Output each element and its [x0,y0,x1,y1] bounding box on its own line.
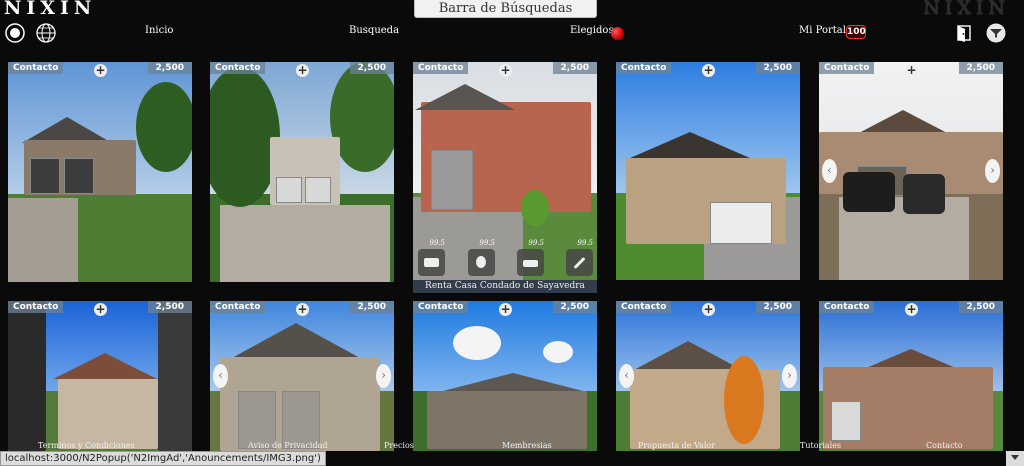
next-image-button[interactable]: › [985,159,1000,183]
elegidos-indicator [611,27,624,40]
contact-label[interactable]: Contacto [210,301,266,313]
contact-label[interactable]: Contacto [819,62,875,74]
listing-card[interactable]: ‹ › Contacto + 2,500 [210,301,394,451]
price-label: 2,500 [552,301,597,313]
add-icon[interactable]: + [94,64,107,77]
price-label: 2,500 [755,301,800,313]
hammer-icon: 99.5 [566,239,593,276]
price-label: 2,500 [552,62,597,74]
contact-label[interactable]: Contacto [819,301,875,313]
footer-link-propuesta[interactable]: Propuesta de Valor [638,441,715,450]
listing-card[interactable]: Contacto + 2,500 [413,301,597,451]
footer-link-contacto[interactable]: Contacto [926,441,963,450]
add-icon[interactable]: + [296,303,309,316]
add-icon[interactable]: + [499,64,512,77]
contact-label[interactable]: Contacto [413,62,469,74]
scroll-down-button[interactable] [1006,451,1024,466]
listing-caption[interactable]: Renta Casa Condado de Sayavedra [413,280,597,293]
price-label: 2,500 [349,301,394,313]
price-label: 2,500 [147,301,192,313]
contact-label[interactable]: Contacto [8,301,64,313]
nav-mi-portal[interactable]: Mi Portal [799,25,846,36]
listing-card[interactable]: ‹ › Contacto + 2,500 [616,301,800,451]
listing-card[interactable]: ‹ › Contacto + 2,500 [819,62,1003,280]
footer-link-aviso[interactable]: Aviso de Privacidad [248,441,328,450]
price-label: 2,500 [755,62,800,74]
logo-watermark: NIXIN [923,0,1010,19]
logo[interactable]: NIXIN [4,0,96,19]
listing-card[interactable]: Contacto + 2,500 [616,62,800,280]
contact-label[interactable]: Contacto [413,301,469,313]
add-icon[interactable]: + [94,303,107,316]
amenities-bar: 99.5 99.5 99.5 99.5 [413,239,597,280]
price-label: 2,500 [958,62,1003,74]
add-icon[interactable]: + [296,64,309,77]
next-image-button[interactable]: › [376,364,391,388]
door-icon[interactable] [955,24,975,44]
contact-label[interactable]: Contacto [616,62,672,74]
browser-status-url: localhost:3000/N2Popup('N2ImgAd','Anounc… [0,451,326,466]
car [843,172,895,212]
footer-link-terminos[interactable]: Terminos y Condiciones [38,441,135,450]
prev-image-button[interactable]: ‹ [822,159,837,183]
radio-icon[interactable] [5,23,25,43]
toilet-icon: 99.5 [468,239,495,276]
footer-link-tutoriales[interactable]: Tutoriales [800,441,841,450]
car [903,174,945,214]
price-label: 2,500 [349,62,394,74]
car-icon: 99.5 [517,239,544,276]
nav-inicio[interactable]: Inicio [145,25,173,36]
add-icon[interactable]: + [499,303,512,316]
prev-image-button[interactable]: ‹ [213,364,228,388]
contact-label[interactable]: Contacto [8,62,64,74]
globe-icon[interactable] [36,23,56,43]
add-icon[interactable]: + [905,64,918,77]
price-label: 2,500 [147,62,192,74]
price-label: 2,500 [958,301,1003,313]
listing-card[interactable]: Contacto + 2,500 [8,301,192,451]
bed-icon: 99.5 [418,239,445,276]
listing-card[interactable]: Contacto + 2,500 [819,301,1003,451]
listing-card-featured[interactable]: Contacto + 2,500 99.5 99.5 99.5 99.5 [413,62,597,280]
nav-elegidos[interactable]: Elegidos [570,25,614,36]
contact-label[interactable]: Contacto [210,62,266,74]
nav-busqueda[interactable]: Busqueda [349,25,399,36]
mi-portal-count-badge: 100 [846,25,866,39]
next-image-button[interactable]: › [782,364,797,388]
footer-link-membresias[interactable]: Membresias [502,441,552,450]
add-icon[interactable]: + [702,303,715,316]
listing-card[interactable]: Contacto + 2,500 [8,62,192,282]
listing-card[interactable]: Contacto + 2,500 [210,62,394,282]
add-icon[interactable]: + [702,64,715,77]
contact-label[interactable]: Contacto [616,301,672,313]
footer-link-precios[interactable]: Precios [384,441,414,450]
search-bar-button[interactable]: Barra de Búsquedas [414,0,597,18]
prev-image-button[interactable]: ‹ [619,364,634,388]
filter-icon[interactable] [986,23,1006,43]
add-icon[interactable]: + [905,303,918,316]
